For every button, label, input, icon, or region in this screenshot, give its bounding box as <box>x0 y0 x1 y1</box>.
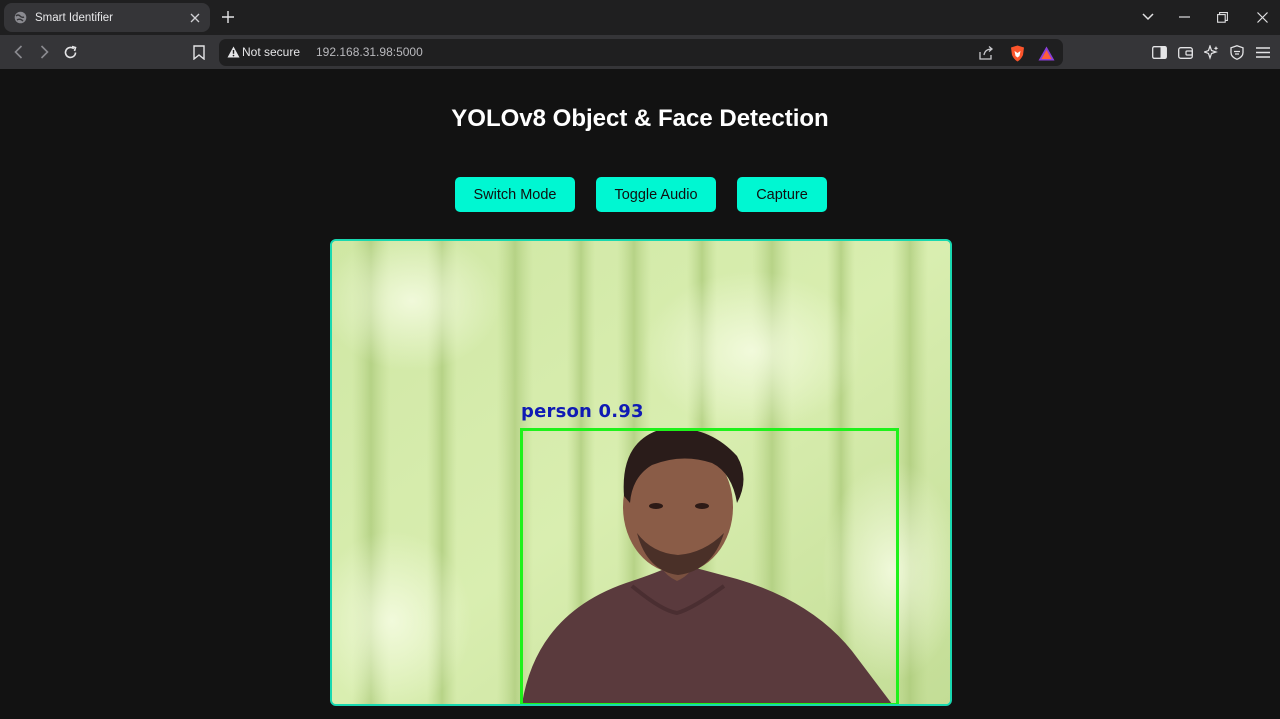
close-tab-icon[interactable] <box>190 13 200 23</box>
reload-icon[interactable] <box>59 41 81 63</box>
minimize-icon[interactable] <box>1175 8 1193 26</box>
new-tab-button[interactable] <box>219 8 237 26</box>
address-bar[interactable]: Not secure 192.168.31.98:5000 <box>219 39 1063 66</box>
vpn-shield-icon[interactable] <box>1226 41 1248 63</box>
close-window-icon[interactable] <box>1253 8 1271 26</box>
wallet-icon[interactable] <box>1174 41 1196 63</box>
menu-icon[interactable] <box>1252 41 1274 63</box>
back-icon[interactable] <box>7 41 29 63</box>
share-icon[interactable] <box>977 44 995 62</box>
sidebar-icon[interactable] <box>1148 41 1170 63</box>
url-text[interactable]: 192.168.31.98:5000 <box>316 45 423 59</box>
switch-mode-button[interactable]: Switch Mode <box>455 177 575 212</box>
restore-icon[interactable] <box>1213 8 1231 26</box>
tab-strip: Smart Identifier <box>0 0 1280 35</box>
bookmark-icon[interactable] <box>188 41 210 63</box>
capture-button[interactable]: Capture <box>737 177 827 212</box>
page-title: YOLOv8 Object & Face Detection <box>451 105 829 132</box>
tab-title: Smart Identifier <box>35 11 113 24</box>
detection-bounding-box <box>520 428 899 704</box>
tab-search-chevron-icon[interactable] <box>1139 8 1157 26</box>
security-status[interactable]: Not secure <box>242 45 300 59</box>
brave-rewards-icon[interactable] <box>1037 44 1055 62</box>
browser-tab[interactable]: Smart Identifier <box>4 3 210 32</box>
browser-toolbar: Not secure 192.168.31.98:5000 <box>0 35 1280 69</box>
toggle-audio-button[interactable]: Toggle Audio <box>596 177 716 212</box>
video-feed: person 0.93 <box>330 239 952 706</box>
warning-icon[interactable] <box>227 46 240 59</box>
forward-icon[interactable] <box>33 41 55 63</box>
leo-ai-icon[interactable] <box>1200 41 1222 63</box>
globe-icon <box>14 11 27 24</box>
page-content: YOLOv8 Object & Face Detection Switch Mo… <box>0 69 1280 719</box>
detection-label: person 0.93 <box>521 401 644 422</box>
brave-shields-icon[interactable] <box>1008 44 1026 62</box>
